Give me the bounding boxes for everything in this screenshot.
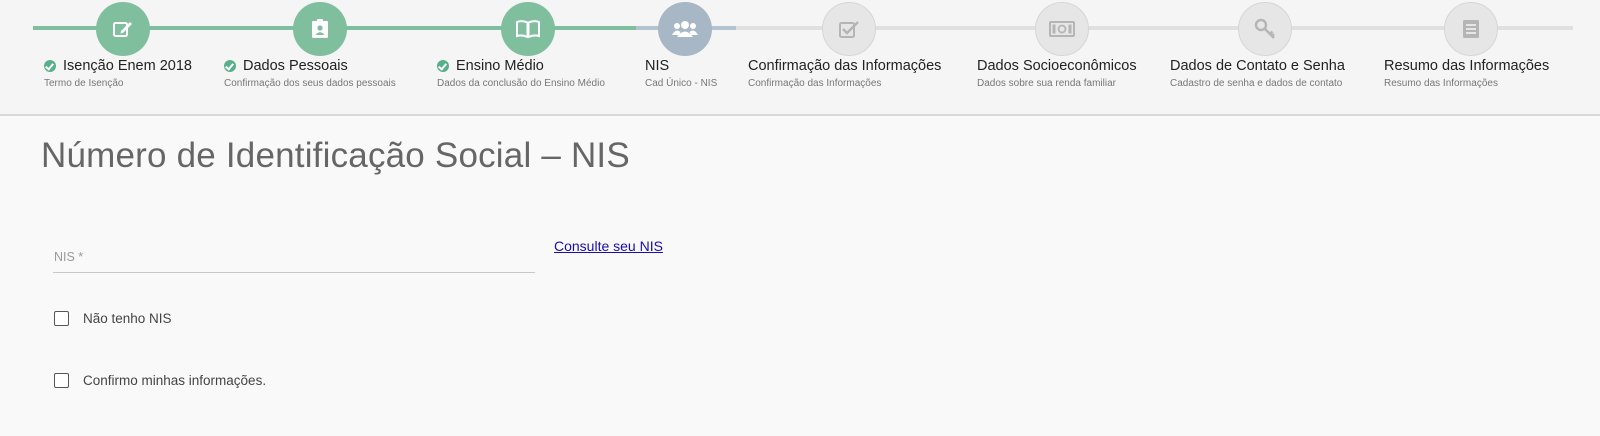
step-title: Dados Pessoais	[243, 58, 348, 74]
consult-nis-link[interactable]: Consulte seu NIS	[554, 238, 663, 254]
progress-stepper: Isenção Enem 2018 Termo de Isenção Dados…	[0, 0, 1600, 116]
check-icon	[44, 60, 56, 72]
users-icon	[672, 21, 698, 37]
step-title: Dados Socioeconômicos	[977, 58, 1137, 74]
no-nis-checkbox[interactable]	[54, 311, 69, 326]
nis-input[interactable]	[53, 232, 539, 274]
step-subtitle: Cad Único - NIS	[645, 78, 718, 89]
step-subtitle: Confirmação dos seus dados pessoais	[224, 78, 396, 89]
edit-icon	[113, 22, 132, 37]
step-title: Resumo das Informações	[1384, 58, 1550, 74]
step-subtitle: Cadastro de senha e dados de contato	[1170, 78, 1343, 89]
no-nis-checkbox-row[interactable]: Não tenho NIS	[54, 311, 172, 326]
confirm-checkbox[interactable]	[54, 373, 69, 388]
step-circle	[501, 2, 555, 56]
id-card-icon	[312, 19, 328, 38]
check-icon	[224, 60, 236, 72]
confirm-checkbox-row[interactable]: Confirmo minhas informações.	[54, 373, 266, 388]
step-subtitle: Dados da conclusão do Ensino Médio	[437, 78, 605, 89]
step-subtitle: Resumo das Informações	[1384, 78, 1498, 89]
step-circle	[1035, 2, 1089, 56]
step-subtitle: Confirmação das Informações	[748, 78, 882, 89]
checkbox-icon	[839, 21, 859, 38]
page-title: Número de Identificação Social – NIS	[41, 136, 630, 175]
step-subtitle: Termo de Isenção	[44, 78, 124, 89]
step-title: NIS	[645, 58, 670, 74]
check-icon	[437, 60, 449, 72]
step-circle	[96, 2, 150, 56]
nis-field[interactable]: NIS *	[53, 232, 539, 274]
step-title: Ensino Médio	[456, 58, 544, 74]
list-icon	[1463, 20, 1479, 38]
no-nis-label: Não tenho NIS	[83, 311, 172, 326]
step-circle	[658, 2, 712, 56]
step-circle	[1238, 2, 1292, 56]
step-title: Isenção Enem 2018	[63, 58, 192, 74]
money-icon	[1049, 21, 1075, 37]
step-circle	[822, 2, 876, 56]
key-icon	[1254, 18, 1275, 39]
book-icon	[516, 20, 540, 38]
step-title: Dados de Contato e Senha	[1170, 58, 1345, 74]
step-subtitle: Dados sobre sua renda familiar	[977, 78, 1116, 89]
step-circle	[293, 2, 347, 56]
step-circle	[1444, 2, 1498, 56]
step-title: Confirmação das Informações	[748, 58, 942, 74]
confirm-label: Confirmo minhas informações.	[83, 373, 267, 388]
